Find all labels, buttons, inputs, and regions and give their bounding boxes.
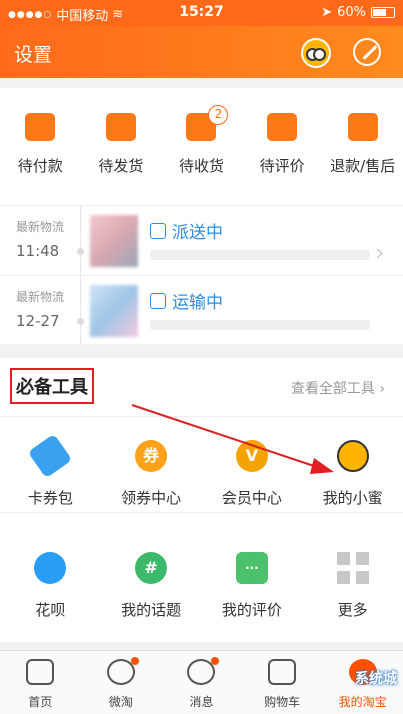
delivery-truck-icon: 2 bbox=[186, 105, 229, 141]
courier-icon bbox=[150, 222, 166, 239]
unread-dot bbox=[130, 657, 139, 665]
tools-section: 必备工具 查看全部工具 › 卡券包 券领券中心 V 会员中心 我的小蜜 花呗 # 我… bbox=[0, 358, 403, 642]
tool-member-center[interactable]: V 会员中心 bbox=[204, 440, 299, 508]
see-all-tools-link[interactable]: 查看全部工具 › bbox=[291, 378, 385, 398]
order-badge: 2 bbox=[208, 105, 229, 125]
tab-weitao[interactable]: 微淘 bbox=[81, 651, 161, 714]
tool-coupon-center[interactable]: 券领券中心 bbox=[104, 440, 199, 508]
order-pending-payment[interactable]: 待付款 bbox=[0, 113, 80, 176]
tool-assistant[interactable]: 我的小蜜 bbox=[305, 440, 400, 508]
tab-cart[interactable]: 购物车 bbox=[242, 651, 322, 714]
huabei-icon bbox=[34, 552, 67, 584]
order-refund[interactable]: 退款/售后 bbox=[323, 113, 403, 176]
tool-my-topics[interactable]: # 我的话题 bbox=[104, 552, 199, 620]
wallet-icon bbox=[25, 113, 56, 141]
order-section: 待付款 待发货 2 待收货 待评价 退款/售后 bbox=[0, 88, 403, 206]
coupon-icon: 券 bbox=[135, 440, 168, 472]
logistics-section: 最新物流 11:48 派送中 最新物流 12-27 运输中 bbox=[0, 206, 403, 344]
logistics-status: 派送中 bbox=[172, 223, 223, 243]
hashtag-icon: # bbox=[135, 552, 168, 584]
tab-messages[interactable]: 消息 bbox=[161, 651, 241, 714]
grid-more-icon bbox=[336, 552, 369, 584]
order-pending-shipment[interactable]: 待发货 bbox=[81, 113, 161, 176]
location-icon: ➤ bbox=[321, 5, 333, 20]
logistics-status: 运输中 bbox=[172, 293, 223, 313]
skin-brush-icon[interactable] bbox=[353, 38, 381, 66]
home-icon bbox=[26, 659, 55, 685]
product-thumbnail bbox=[90, 215, 138, 267]
bee-assistant-icon bbox=[336, 440, 369, 472]
logistics-item[interactable]: 最新物流 11:48 派送中 bbox=[0, 206, 403, 275]
order-pending-receipt[interactable]: 2 待收货 bbox=[161, 105, 241, 176]
truck-icon bbox=[150, 292, 166, 309]
tool-more[interactable]: 更多 bbox=[305, 552, 400, 620]
unread-dot bbox=[211, 657, 220, 665]
status-bar: ●●●●○ 中国移动 ≋ 15:27 ➤ 60% bbox=[0, 0, 403, 26]
ticket-icon bbox=[28, 433, 73, 479]
tools-title: 必备工具 bbox=[10, 368, 94, 404]
vip-icon: V bbox=[235, 440, 268, 472]
tab-bar: 首页 微淘 消息 购物车 我的淘宝 bbox=[0, 650, 403, 714]
tool-card-wallet[interactable]: 卡券包 bbox=[3, 433, 98, 508]
battery-percent: 60% bbox=[337, 5, 366, 20]
package-icon bbox=[105, 113, 136, 141]
refund-icon bbox=[347, 113, 378, 141]
tool-huabei[interactable]: 花呗 bbox=[3, 552, 98, 620]
owl-avatar-icon[interactable] bbox=[301, 38, 331, 68]
logistics-item[interactable]: 最新物流 12-27 运输中 bbox=[0, 275, 403, 344]
watermark: 系统城 bbox=[355, 671, 397, 687]
tab-home[interactable]: 首页 bbox=[0, 651, 80, 714]
product-thumbnail bbox=[90, 285, 138, 337]
cart-icon bbox=[268, 659, 297, 685]
page-title: 设置 bbox=[14, 44, 53, 66]
order-pending-review[interactable]: 待评价 bbox=[242, 113, 322, 176]
flower-icon bbox=[267, 113, 298, 141]
tool-my-reviews[interactable]: ··· 我的评价 bbox=[204, 552, 299, 620]
chevron-right-icon bbox=[372, 248, 383, 259]
chat-bubble-icon: ··· bbox=[235, 552, 268, 584]
battery-icon bbox=[371, 7, 395, 18]
header: 设置 bbox=[0, 26, 403, 78]
